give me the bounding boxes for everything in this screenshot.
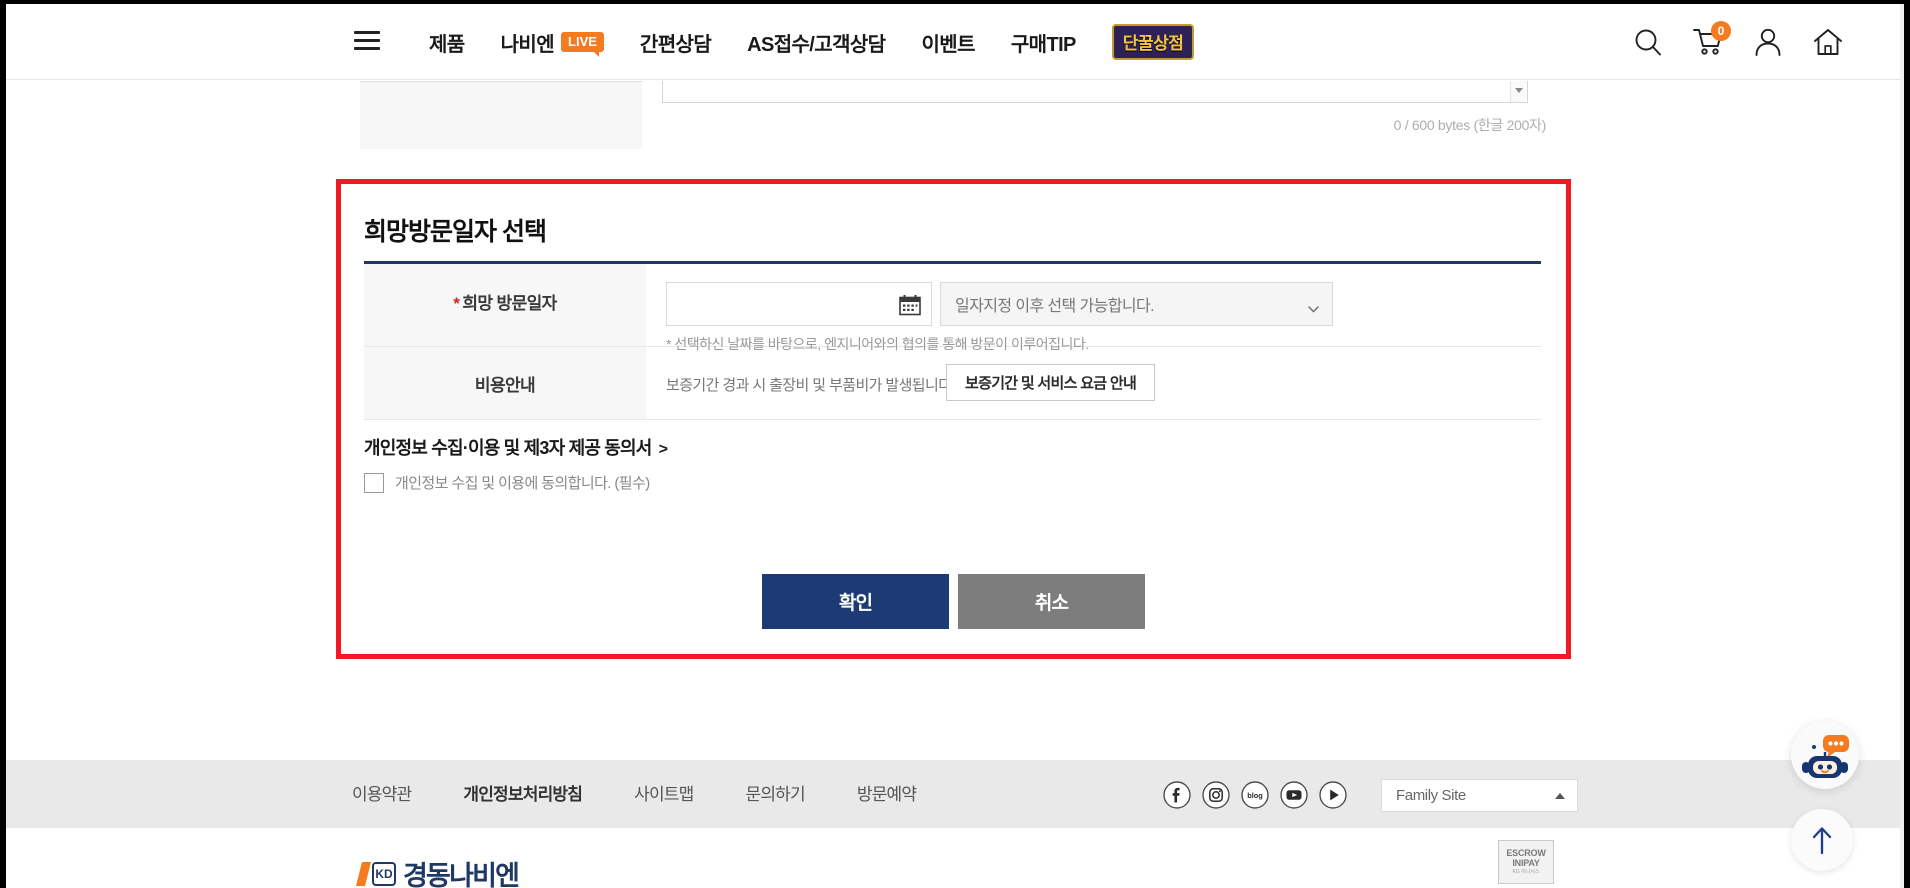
cart-icon[interactable]: 0 [1692, 21, 1731, 58]
user-icon[interactable] [1752, 26, 1784, 58]
footer-link-visit-reservation[interactable]: 방문예약 [857, 780, 968, 805]
visit-date-label-text: 희망 방문일자 [462, 294, 557, 313]
privacy-agreement-link[interactable]: 개인정보 수집·이용 및 제3자 제공 동의서 > [364, 434, 668, 460]
youtube-icon[interactable] [1280, 781, 1308, 809]
browser-viewport: 제품 나비엔 LIVE 간편상담 AS접수/고객상담 이벤트 구매TIP 단꿀상… [6, 4, 1904, 888]
nav-label: 구매TIP [1010, 33, 1077, 56]
form-row-visit-date: * 희망 방문일자 일자지정 이후 선택 가능합니다. * 선택하신 날짜를 바… [364, 264, 1541, 352]
footer-links: 이용약관 개인정보처리방침 사이트맵 문의하기 방문예약 [352, 780, 968, 805]
hamburger-bar [354, 39, 380, 42]
nav-item-event[interactable]: 이벤트 [903, 28, 992, 57]
privacy-agreement-link-text: 개인정보 수집·이용 및 제3자 제공 동의서 [364, 438, 652, 458]
chevron-right-icon: > [658, 441, 668, 458]
logo-text: 경동나비엔 [403, 861, 520, 888]
footer-bottom-bar [6, 828, 1904, 888]
nav-label: 나비엔 [500, 33, 555, 56]
form-row-cost-info: 비용안내 보증기간 경과 시 출장비 및 부품비가 발생됩니다. 보증기간 및 … [364, 347, 1541, 420]
escrow-subtitle: INIPAY [1512, 858, 1540, 869]
inquiry-textarea[interactable] [662, 81, 1528, 103]
cost-info-text: 보증기간 경과 시 출장비 및 부품비가 발생됩니다. [666, 377, 956, 394]
confirm-button[interactable]: 확인 [762, 574, 949, 629]
nav-item-simple-consult[interactable]: 간편상담 [622, 28, 729, 57]
required-asterisk: * [453, 294, 460, 313]
visit-time-select-value: 일자지정 이후 선택 가능합니다. [955, 298, 1155, 315]
blog-icon[interactable]: blog [1241, 781, 1269, 809]
chevron-down-icon [1308, 300, 1319, 313]
footer-link-privacy-policy[interactable]: 개인정보처리방침 [463, 780, 634, 805]
scroll-to-top-icon[interactable] [1791, 809, 1853, 871]
nav-label: 간편상담 [639, 33, 712, 56]
escrow-inipay-badge: ESCROW INIPAY KG 이니시스 [1498, 840, 1554, 884]
visit-time-select[interactable]: 일자지정 이후 선택 가능합니다. [940, 282, 1333, 326]
partial-label-cell [360, 81, 642, 149]
header-icon-group: 0 [1632, 4, 1844, 80]
main-navigation: 제품 나비엔 LIVE 간편상담 AS접수/고객상담 이벤트 구매TIP 단꿀상… [411, 4, 1212, 80]
cancel-button[interactable]: 취소 [958, 574, 1145, 629]
privacy-consent-label[interactable]: 개인정보 수집 및 이용에 동의합니다. (필수) [395, 472, 650, 493]
shop-badge: 단꿀상점 [1111, 24, 1195, 60]
hamburger-icon[interactable] [354, 31, 380, 51]
social-icon-group: blog [1163, 781, 1347, 809]
textarea-scrollbar[interactable] [1510, 81, 1526, 102]
logo-slash-mark [356, 861, 371, 886]
search-icon[interactable] [1632, 26, 1664, 58]
svg-text:blog: blog [1247, 791, 1263, 800]
privacy-consent-checkbox[interactable] [364, 472, 384, 493]
page-scrollbar[interactable] [1900, 4, 1904, 888]
home-icon[interactable] [1812, 26, 1844, 58]
hamburger-bar [354, 47, 380, 50]
site-header: 제품 나비엔 LIVE 간편상담 AS접수/고객상담 이벤트 구매TIP 단꿀상… [6, 4, 1904, 80]
page-title: 희망방문일자 선택 [364, 218, 547, 246]
escrow-title: ESCROW [1506, 847, 1546, 858]
live-badge: LIVE [561, 32, 604, 57]
label-cell-visit-date: * 희망 방문일자 [364, 264, 646, 346]
nav-label: 이벤트 [921, 33, 975, 56]
chevron-up-icon [1555, 793, 1565, 799]
nav-item-shop[interactable]: 단꿀상점 [1094, 24, 1213, 60]
nav-label: 제품 [429, 33, 465, 56]
visit-date-label: * 희망 방문일자 [453, 289, 557, 314]
facebook-icon[interactable] [1163, 781, 1191, 809]
escrow-caption: KG 이니시스 [1512, 869, 1540, 876]
visit-date-input[interactable] [666, 282, 932, 326]
body-cell-cost-info: 보증기간 경과 시 출장비 및 부품비가 발생됩니다. 보증기간 및 서비스 요… [646, 347, 1541, 419]
form-action-bar: 확인 취소 [341, 574, 1566, 629]
play-icon[interactable] [1319, 781, 1347, 809]
footer-link-sitemap[interactable]: 사이트맵 [634, 780, 745, 805]
visit-date-section: 희망방문일자 선택 * 희망 방문일자 일자지정 이후 선택 가능합니다. * … [336, 179, 1571, 659]
warranty-service-fee-button[interactable]: 보증기간 및 서비스 요금 안내 [946, 364, 1156, 401]
family-site-select[interactable]: Family Site [1381, 779, 1578, 812]
cost-info-label: 비용안내 [474, 375, 536, 395]
instagram-icon[interactable] [1202, 781, 1230, 809]
label-cell-cost-info: 비용안내 [364, 347, 646, 419]
hamburger-bar [354, 31, 380, 34]
nav-label: AS접수/고객상담 [747, 33, 886, 56]
footer-link-terms[interactable]: 이용약관 [352, 780, 463, 805]
footer-link-inquiry[interactable]: 문의하기 [745, 780, 856, 805]
chatbot-icon[interactable] [1791, 721, 1859, 789]
body-cell-visit-date: 일자지정 이후 선택 가능합니다. * 선택하신 날짜를 바탕으로, 엔지니어와… [646, 264, 1541, 352]
byte-counter: 0 / 600 bytes (한글 200자) [1393, 117, 1547, 133]
nav-item-purchase-tip[interactable]: 구매TIP [993, 28, 1094, 57]
nav-item-navien-live[interactable]: 나비엔 LIVE [483, 28, 622, 57]
cart-count-badge: 0 [1711, 21, 1731, 41]
calendar-icon[interactable] [899, 294, 921, 316]
logo-kd-mark: KD [372, 861, 396, 886]
nav-item-as-customer[interactable]: AS접수/고객상담 [729, 28, 903, 57]
nav-item-products[interactable]: 제품 [411, 28, 483, 57]
company-logo[interactable]: KD 경동나비엔 [356, 854, 520, 888]
privacy-consent-row: 개인정보 수집 및 이용에 동의합니다. (필수) [364, 472, 650, 493]
previous-form-row-partial: 0 / 600 bytes (한글 200자) [360, 81, 1546, 149]
family-site-label: Family Site [1396, 787, 1466, 804]
